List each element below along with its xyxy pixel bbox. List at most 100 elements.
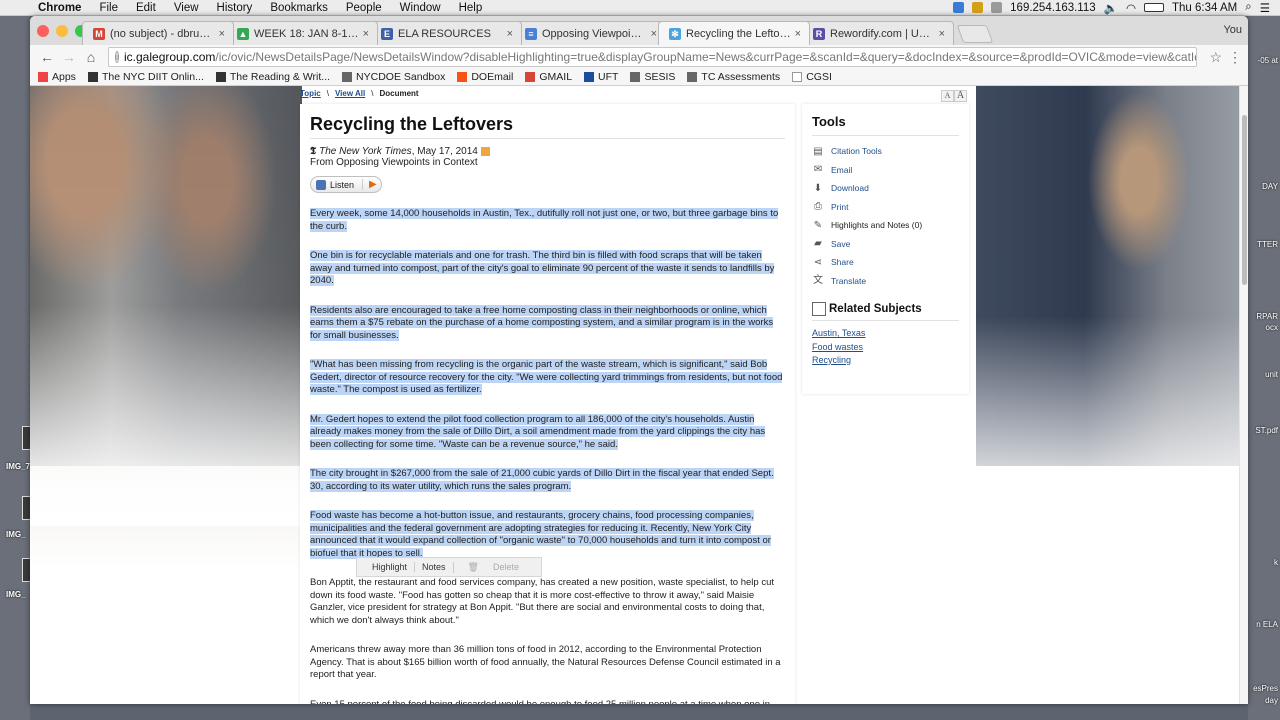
menu-window[interactable]: Window: [391, 2, 450, 14]
related-subject-link[interactable]: Food wastes: [812, 341, 959, 355]
related-subject-link[interactable]: Austin, Texas: [812, 327, 959, 341]
notification-center-icon[interactable]: ☰: [1260, 1, 1270, 15]
article-title: Recycling the Leftovers: [310, 114, 785, 139]
menu-people[interactable]: People: [337, 2, 391, 14]
menu-app-name[interactable]: Chrome: [26, 2, 90, 14]
wifi-icon[interactable]: ◠: [1126, 1, 1136, 15]
close-tab-icon[interactable]: ×: [795, 28, 801, 40]
decrease-font-button[interactable]: A: [941, 90, 954, 102]
bookmark-item[interactable]: The NYC DIIT Onlin...: [87, 71, 204, 83]
tool-translate[interactable]: 文 Translate: [812, 272, 959, 291]
volume-icon[interactable]: 🔈: [1104, 1, 1118, 15]
url-path: /ic/ovic/NewsDetailsPage/NewsDetailsWind…: [215, 50, 1198, 64]
bookmark-label: The NYC DIIT Onlin...: [101, 71, 204, 83]
bookmark-item[interactable]: UFT: [584, 71, 618, 83]
close-tab-icon[interactable]: ×: [219, 28, 225, 40]
info-icon[interactable]: i: [115, 51, 119, 63]
minimize-window-button[interactable]: [56, 25, 68, 37]
notes-button[interactable]: Notes: [414, 562, 453, 572]
tool-highlights-and-notes[interactable]: ✎ Highlights and Notes (0): [812, 216, 959, 235]
reload-button[interactable]: ⌂: [80, 49, 102, 65]
menu-bookmarks[interactable]: Bookmarks: [261, 2, 337, 14]
tool-citation-tools[interactable]: ▤ Citation Tools: [812, 142, 959, 161]
browser-tab[interactable]: R Rewordify.com | Understand w ×: [802, 21, 954, 45]
breadcrumb-topic-link[interactable]: Topic: [300, 89, 321, 98]
status-area: 169.254.163.113 🔈 ◠ Thu 6:34 AM ⌕ ☰: [953, 1, 1280, 15]
menu-help[interactable]: Help: [450, 2, 492, 14]
chrome-window: M (no subject) - dbruder@ms442 × ▲ WEEK 18: …: [30, 16, 1248, 704]
close-tab-icon[interactable]: ×: [363, 28, 369, 40]
increase-font-button[interactable]: A: [954, 90, 967, 102]
ip-address: 169.254.163.113: [1010, 1, 1096, 14]
bookmark-label: The Reading & Writ...: [229, 71, 331, 83]
bookmark-item[interactable]: CGSI: [792, 71, 832, 83]
bookmark-item[interactable]: The Reading & Writ...: [215, 71, 331, 83]
bookmark-star-icon[interactable]: ☆: [1209, 49, 1222, 66]
drive-icon: ▲: [237, 27, 249, 40]
browser-tab[interactable]: ✻ Recycling the Leftovers - Opp ×: [658, 21, 810, 45]
grid-icon[interactable]: [991, 2, 1003, 13]
menu-history[interactable]: History: [208, 2, 262, 14]
teamviewer-icon[interactable]: [953, 2, 965, 13]
desktop-file-label: esPres: [1253, 684, 1278, 693]
menu-file[interactable]: File: [90, 2, 127, 14]
delete-button[interactable]: 🗑 Delete: [452, 561, 533, 573]
chrome-menu-icon[interactable]: ⋮: [1228, 49, 1242, 66]
bookmark-item[interactable]: Apps: [38, 71, 76, 83]
tool-save[interactable]: ▰ Save: [812, 235, 959, 254]
web-page: Topic \ View All \ Document A A Recycling th…: [30, 86, 1248, 704]
delete-label: Delete: [492, 561, 519, 572]
highlight-icon: ✎: [813, 219, 823, 231]
desktop-file-label: IMG_7: [6, 462, 31, 471]
article-paragraph: Even 15 percent of the food being discar…: [310, 699, 785, 705]
photo-fade: [30, 306, 302, 526]
desktop-file-label: -05 at: [1257, 56, 1278, 65]
bookmark-item[interactable]: DOEmail: [457, 71, 513, 83]
spotlight-icon[interactable]: ⌕: [1245, 1, 1251, 14]
browser-tab[interactable]: M (no subject) - dbruder@ms442 ×: [82, 21, 234, 45]
scrollbar-thumb[interactable]: [1242, 115, 1247, 285]
battery-icon[interactable]: [1144, 3, 1165, 12]
close-tab-icon[interactable]: ×: [507, 28, 513, 40]
macos-menu-bar: Chrome File Edit View History Bookmarks …: [0, 0, 1280, 16]
close-tab-icon[interactable]: ×: [939, 28, 945, 40]
paragraph-text: Mr. Gedert hopes to extend the pilot foo…: [310, 413, 766, 450]
menu-view[interactable]: View: [165, 2, 208, 14]
browser-tab[interactable]: ≡ Opposing Viewpoints in Conte ×: [514, 21, 666, 45]
related-subjects-title: Related Subjects: [829, 303, 922, 315]
listen-button[interactable]: Listen ▶: [310, 176, 382, 193]
clock[interactable]: Thu 6:34 AM: [1172, 2, 1237, 14]
bookmark-item[interactable]: TC Assessments: [687, 71, 780, 83]
highlight-button[interactable]: Highlight: [365, 562, 414, 572]
tool-print[interactable]: ⎙ Print: [812, 198, 959, 217]
forward-button[interactable]: →: [58, 49, 80, 65]
related-subject-link[interactable]: Recycling: [812, 354, 959, 368]
rss-icon[interactable]: [480, 146, 490, 156]
tool-share[interactable]: ⋖ Share: [812, 253, 959, 272]
menu-edit[interactable]: Edit: [127, 2, 165, 14]
bookmark-label: NYCDOE Sandbox: [356, 71, 446, 83]
tool-label: Print: [831, 201, 849, 212]
tool-label: Citation Tools: [831, 146, 882, 157]
breadcrumb-view-all-link[interactable]: View All: [335, 89, 365, 98]
bookmark-label: GMAIL: [539, 71, 573, 83]
bookmark-item[interactable]: GMAIL: [525, 71, 572, 83]
address-bar[interactable]: i ic.galegroup.com/ic/ovic/NewsDetailsPa…: [108, 47, 1198, 67]
tool-email[interactable]: ✉ Email: [812, 161, 959, 180]
back-button[interactable]: ←: [36, 49, 58, 65]
play-icon[interactable]: ▶: [362, 179, 377, 190]
page-scrollbar[interactable]: [1239, 86, 1248, 704]
browser-tab[interactable]: E ELA RESOURCES ×: [370, 21, 522, 45]
bookmark-item[interactable]: NYCDOE Sandbox: [342, 71, 445, 83]
tool-label: Highlights and Notes (0): [831, 220, 923, 231]
profile-button[interactable]: You: [1223, 24, 1242, 36]
bookmark-item[interactable]: SESIS: [630, 71, 675, 83]
new-tab-button[interactable]: [956, 25, 994, 43]
tool-download[interactable]: ⬇ Download: [812, 179, 959, 198]
close-tab-icon[interactable]: ×: [651, 28, 657, 40]
tab-title: Recycling the Leftovers - Opp: [686, 27, 791, 40]
norton-icon[interactable]: [972, 2, 984, 13]
close-window-button[interactable]: [37, 25, 49, 37]
bookmark-label: UFT: [598, 71, 619, 83]
browser-tab[interactable]: ▲ WEEK 18: JAN 8-12 (Project L ×: [226, 21, 378, 45]
